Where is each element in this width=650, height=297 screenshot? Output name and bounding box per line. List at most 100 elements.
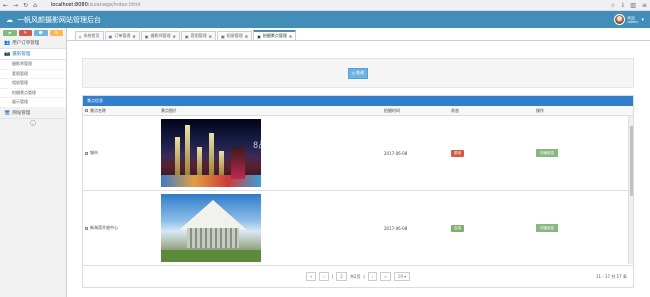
table-scrollbar[interactable] — [628, 116, 633, 264]
users-icon: 👥 — [4, 40, 11, 46]
user-name: admin — [627, 19, 639, 24]
detail-button[interactable]: 详细信息 — [536, 224, 558, 232]
spot-image-building[interactable] — [161, 194, 261, 262]
shortcut-bar: ▰ ✎ ☻ ⚙ — [0, 28, 66, 38]
row-checkbox[interactable] — [85, 151, 88, 155]
pagination-controls: « ‹ | 2 共2页 | › » 10 ▾ — [305, 272, 411, 281]
close-icon[interactable]: ✖ — [245, 34, 248, 39]
home-icon: ⌂ — [79, 33, 82, 39]
spot-image-city-night[interactable] — [161, 119, 261, 187]
download-icon[interactable]: ⤓ — [622, 1, 625, 9]
photography-submenu: 摄影师管理 套图管理 相册管理 拍摄景点管理 展示管理 — [0, 60, 66, 108]
sidebar-subitem-photosets[interactable]: 套图管理 — [0, 70, 66, 79]
column-header-status[interactable]: 状态 — [451, 108, 536, 114]
sidebar-item-label: 网站管理 — [12, 110, 31, 116]
close-icon[interactable]: ✖ — [132, 34, 135, 39]
search-icon: ⚲ — [352, 70, 355, 76]
tab-scenic-spots[interactable]: ▣ 拍摄景点管理 ✖ — [253, 30, 297, 40]
table-header: 景点名称 景点图片 拍摄时间 状态 操作 — [83, 106, 633, 116]
watermark: 8战魂5无双80zuidaima.com — [253, 141, 379, 151]
url-host: localhost:8080 — [50, 2, 88, 8]
tab-home[interactable]: ⌂ 系统首页 — [75, 31, 104, 40]
sidebar-item-website[interactable]: 🖥 网站管理 — [0, 108, 66, 119]
tab-albums[interactable]: ▣ 相册管理 ✖ — [216, 31, 253, 40]
browser-nav: ← → ↻ ⌂ — [3, 2, 37, 9]
detail-button[interactable]: 详细信息 — [536, 149, 558, 157]
spot-name: 新海滨开放中心 — [90, 225, 118, 230]
tab-label: 摄影师管理 — [150, 33, 171, 38]
browser-toolbar: ← → ↻ ⌂ localhost:8080/zuianage/index.ht… — [0, 0, 650, 11]
first-page-button[interactable]: « — [305, 272, 317, 281]
back-icon[interactable]: ← — [3, 2, 8, 9]
spot-image-cell — [161, 119, 384, 187]
table-row: 新海滨开放中心 2017-06-08 启用 详细信息 — [83, 191, 629, 264]
sidebar-subitem-albums[interactable]: 相册管理 — [0, 79, 66, 89]
shortcut-edit-button[interactable]: ✎ — [18, 30, 32, 36]
prev-page-button[interactable]: ‹ — [319, 272, 329, 281]
close-icon[interactable]: ✖ — [209, 34, 212, 39]
last-page-button[interactable]: » — [380, 272, 391, 281]
column-header-time[interactable]: 拍摄时间 — [384, 108, 451, 114]
shortcut-settings-button[interactable]: ⚙ — [49, 30, 63, 36]
page-number-input[interactable]: 2 — [336, 272, 347, 281]
reload-icon[interactable]: ↻ — [23, 2, 28, 9]
avatar — [613, 14, 625, 25]
tab-photosets[interactable]: ▣ 套图管理 ✖ — [180, 31, 216, 40]
column-header-name[interactable]: 景点名称 — [90, 108, 161, 114]
sidebar-subitem-photographers[interactable]: 摄影师管理 — [0, 60, 66, 70]
camera-icon: 📷 — [4, 51, 11, 57]
close-icon[interactable]: ✖ — [289, 34, 292, 39]
status-badge: 启用 — [451, 224, 464, 232]
page-size-select[interactable]: 10 ▾ — [393, 272, 411, 281]
logo-icon: ☁ — [6, 15, 13, 24]
tab-photographers[interactable]: ▣ 摄影师管理 ✖ — [140, 31, 180, 40]
sidebar-item-orders[interactable]: 👥 用户订单管理 — [0, 38, 66, 49]
scrollbar-thumb[interactable] — [630, 126, 633, 196]
sidebar-item-label: 用户订单管理 — [12, 41, 40, 46]
spot-date: 2017-06-08 — [384, 225, 408, 231]
sidebar-subitem-scenic-spots[interactable]: 拍摄景点管理 — [0, 89, 66, 98]
search-area: ⚲ 查询 — [82, 58, 634, 88]
select-all-checkbox[interactable] — [85, 109, 88, 112]
page-size-value: 10 — [397, 274, 403, 279]
tab-label: 相册管理 — [226, 33, 243, 38]
table-row: 城市 2017-06-08 禁用 详细信息 — [83, 116, 629, 191]
tab-label: 拍摄景点管理 — [262, 33, 287, 38]
home-icon[interactable]: ⌂ — [33, 2, 37, 9]
forward-icon[interactable]: → — [13, 2, 18, 9]
tab-label: 套图管理 — [190, 33, 207, 38]
url-path: /zuianage/index.html — [87, 2, 141, 8]
sidebar-item-label: 摄影管理 — [12, 52, 31, 57]
bookmark-icon[interactable]: ☆ — [610, 2, 615, 9]
column-header-image[interactable]: 景点图片 — [161, 108, 384, 114]
tab-orders[interactable]: ▣ 订单管理 ✖ — [104, 31, 140, 40]
close-icon[interactable]: ✖ — [172, 34, 175, 39]
shortcut-users-button[interactable]: ☻ — [34, 30, 48, 36]
sidebar: ▰ ✎ ☻ ⚙ 👥 用户订单管理 📷 摄影管理 摄影师管理 套图管理 相册管理 … — [0, 28, 67, 297]
next-page-button[interactable]: › — [367, 272, 378, 281]
library-icon[interactable]: ▥ — [630, 2, 636, 9]
caret-down-icon: ▾ — [641, 16, 644, 23]
status-badge: 禁用 — [451, 149, 464, 157]
page-icon: ▣ — [220, 33, 225, 39]
app-header: ☁ 一帆风颜摄影网站管理后台 欢迎, admin ▾ — [0, 11, 650, 28]
page-icon: ▣ — [184, 33, 189, 39]
page-separator: | — [331, 274, 334, 279]
pagination: « ‹ | 2 共2页 | › » 10 ▾ 11 - 17 共 17 条 — [83, 265, 633, 287]
sidebar-subitem-showcase[interactable]: 展示管理 — [0, 98, 66, 108]
row-checkbox[interactable] — [85, 226, 88, 230]
page-separator: | — [363, 274, 365, 279]
spot-name: 城市 — [90, 150, 98, 155]
user-menu[interactable]: 欢迎, admin ▾ — [613, 14, 644, 25]
collapse-icon[interactable]: « — [30, 120, 36, 126]
pagination-info: 11 - 17 共 17 条 — [595, 273, 627, 279]
user-info: 欢迎, admin — [628, 16, 639, 24]
menu-icon[interactable]: ≡ — [642, 2, 647, 9]
shortcut-stats-button[interactable]: ▰ — [3, 30, 17, 36]
sidebar-item-photography[interactable]: 📷 摄影管理 — [0, 49, 66, 60]
tab-label: 订单管理 — [114, 33, 131, 38]
address-bar[interactable]: localhost:8080/zuianage/index.html — [51, 2, 610, 9]
tab-label: 系统首页 — [83, 33, 100, 38]
search-button[interactable]: ⚲ 查询 — [348, 67, 368, 79]
scenic-spots-panel: 景点信息 景点名称 景点图片 拍摄时间 状态 操作 城市 2017-06-08 … — [82, 95, 634, 288]
